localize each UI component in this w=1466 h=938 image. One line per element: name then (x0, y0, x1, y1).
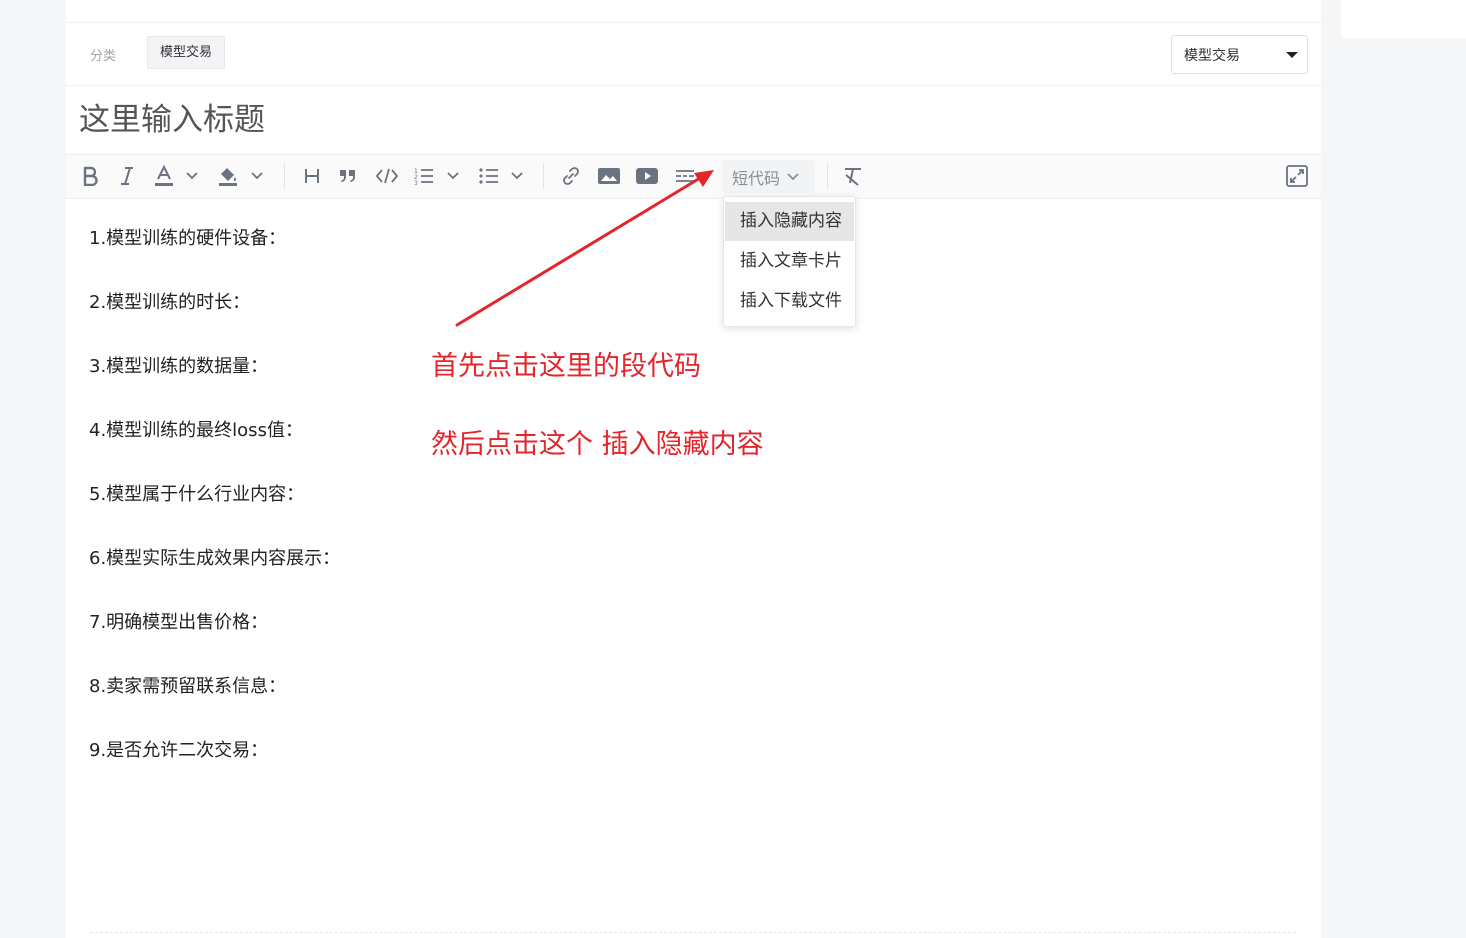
toolbar-divider (284, 163, 285, 189)
content-line: 7.明确模型出售价格： (89, 612, 269, 633)
shortcode-menu: 插入隐藏内容 插入文章卡片 插入下载文件 (723, 196, 856, 327)
code-icon (375, 168, 399, 184)
category-tag[interactable]: 模型交易 (147, 36, 226, 69)
heading-icon (305, 169, 319, 183)
fullscreen-icon (1286, 165, 1308, 187)
content-line: 1.模型训练的硬件设备： (89, 228, 287, 249)
category-select-value: 模型交易 (1184, 48, 1240, 64)
menu-item-insert-article-card[interactable]: 插入文章卡片 (725, 242, 854, 281)
font-color-dropdown[interactable] (184, 162, 200, 190)
top-strip (66, 0, 1321, 23)
annotation-step1: 首先点击这里的段代码 (431, 351, 701, 382)
category-label: 分类 (90, 49, 117, 64)
category-row: 分类 模型交易 模型交易 (66, 23, 1321, 86)
image-icon (598, 168, 620, 184)
bullet-list-button[interactable] (477, 162, 501, 190)
link-button[interactable] (559, 162, 583, 190)
content-line: 6.模型实际生成效果内容展示： (89, 548, 341, 569)
ordered-list-icon: 123 (414, 168, 433, 185)
bold-icon (83, 166, 98, 186)
chevron-down-icon (447, 172, 459, 180)
font-color-icon (155, 165, 173, 186)
highlight-button[interactable] (216, 162, 240, 190)
clear-format-button[interactable] (841, 162, 865, 190)
clear-format-icon (845, 168, 861, 186)
content-line: 3.模型训练的数据量： (89, 356, 269, 377)
italic-icon (121, 167, 133, 185)
link-icon (563, 167, 579, 185)
highlight-color-icon (219, 168, 237, 186)
quote-icon (340, 170, 355, 182)
code-button[interactable] (374, 162, 400, 190)
content-line: 2.模型训练的时长： (89, 292, 251, 313)
italic-button[interactable] (116, 162, 138, 190)
menu-item-insert-hidden-content[interactable]: 插入隐藏内容 (725, 202, 854, 241)
shortcode-button[interactable]: 短代码 (722, 160, 815, 193)
svg-text:3: 3 (414, 180, 418, 185)
quote-button[interactable] (336, 162, 360, 190)
heading-button[interactable] (300, 162, 324, 190)
ordered-list-dropdown[interactable] (445, 162, 461, 190)
fullscreen-button[interactable] (1284, 162, 1310, 190)
caret-down-icon (1286, 52, 1298, 58)
bullet-list-dropdown[interactable] (509, 162, 525, 190)
content-line: 8.卖家需预留联系信息： (89, 676, 287, 697)
content-bottom-divider (90, 932, 1296, 933)
chevron-down-icon (186, 172, 198, 180)
horizontal-rule-button[interactable] (672, 162, 698, 190)
chevron-down-icon (251, 172, 263, 180)
horizontal-rule-icon (676, 170, 694, 182)
video-icon (636, 168, 658, 184)
font-color-button[interactable] (152, 162, 176, 190)
editor-toolbar: 123 短代码 (66, 155, 1321, 199)
category-select[interactable]: 模型交易 (1171, 35, 1308, 74)
editor-panel: 分类 模型交易 模型交易 这里输入标题 1 2 3 短代码 (66, 0, 1321, 938)
title-input[interactable] (79, 96, 1279, 144)
ordered-list-button[interactable]: 123 (412, 162, 436, 190)
annotation-step2: 然后点击这个 插入隐藏内容 (431, 429, 764, 460)
content-line: 9.是否允许二次交易： (89, 740, 269, 761)
highlight-dropdown[interactable] (249, 162, 265, 190)
chevron-down-icon (787, 172, 799, 180)
video-button[interactable] (634, 162, 660, 190)
title-row (66, 86, 1321, 155)
side-card (1341, 0, 1466, 38)
content-line: 4.模型训练的最终loss值： (89, 420, 303, 441)
shortcode-label: 短代码 (732, 168, 781, 188)
toolbar-divider (827, 163, 828, 189)
image-button[interactable] (596, 162, 622, 190)
bullet-list-icon (479, 168, 498, 184)
menu-item-insert-download-file[interactable]: 插入下载文件 (725, 282, 854, 321)
toolbar-divider (543, 163, 544, 189)
content-line: 5.模型属于什么行业内容： (89, 484, 305, 505)
chevron-down-icon (511, 172, 523, 180)
bold-button[interactable] (78, 162, 102, 190)
